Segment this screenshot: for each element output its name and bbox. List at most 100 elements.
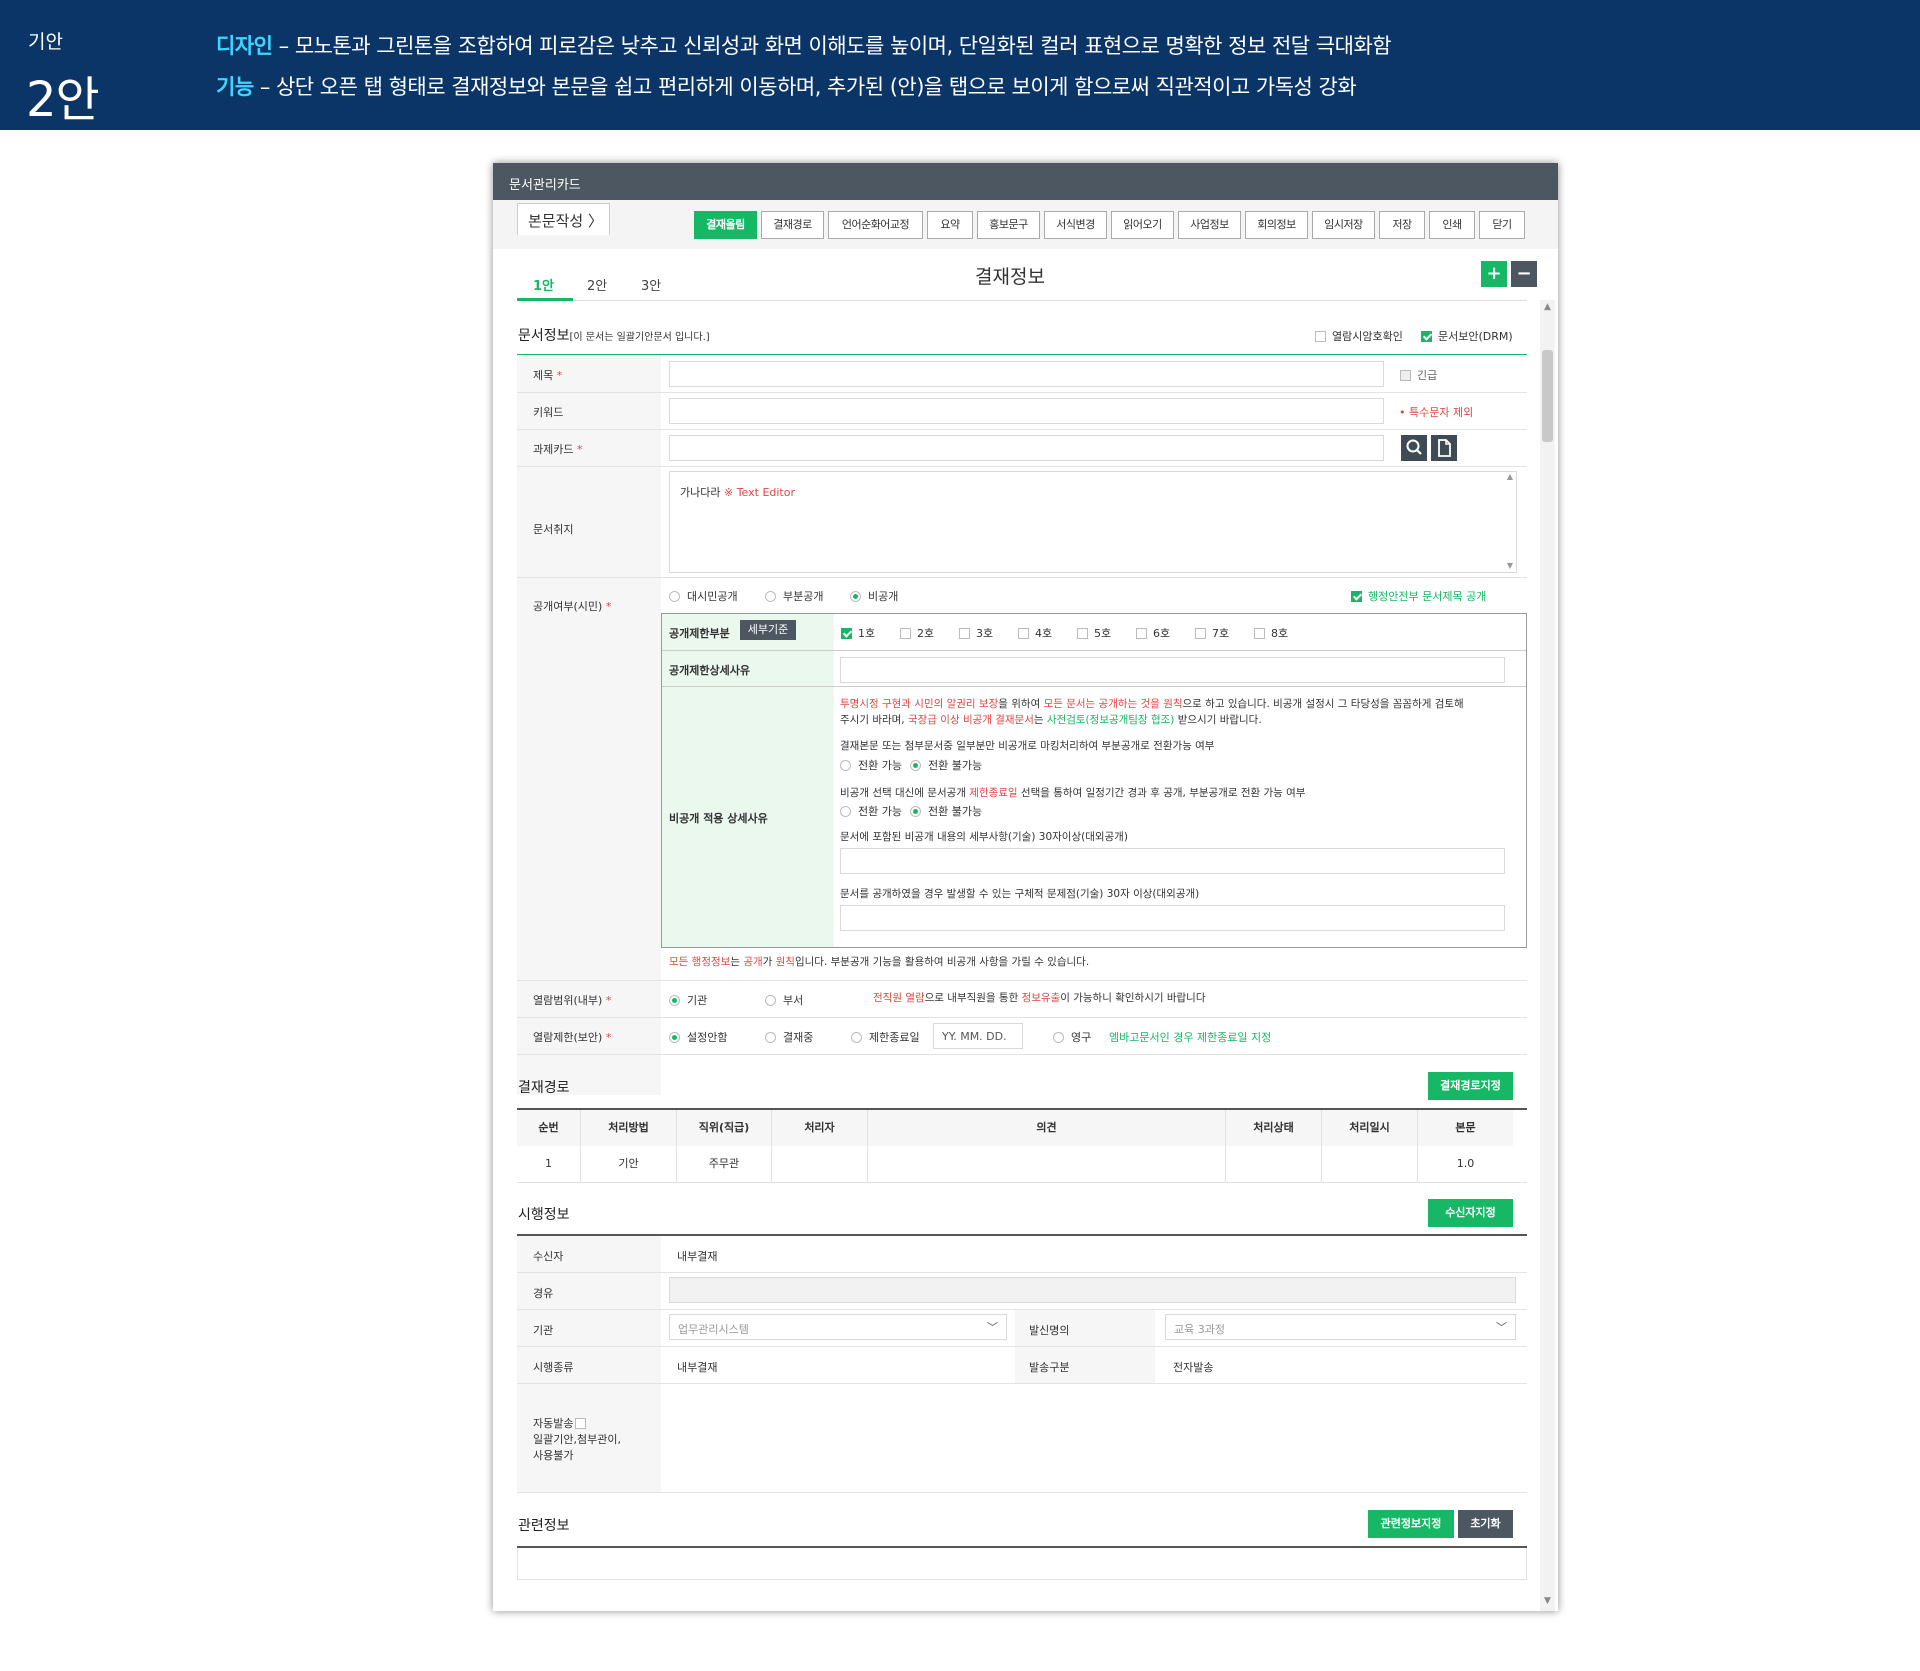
docinfo-heading: 문서정보[이 문서는 일괄기안문서 입니다.] [518, 325, 710, 345]
note-text: 입니다. 부분공개 기능을 활용하여 비공개 사항을 가릴 수 있습니다. [794, 956, 1090, 968]
no-8-checkbox[interactable]: 8호 [1254, 625, 1288, 641]
no-2-checkbox[interactable]: 2호 [900, 625, 934, 641]
related-list[interactable] [517, 1548, 1527, 1580]
limit-reason-input[interactable] [840, 657, 1505, 683]
private-detail-input[interactable] [840, 848, 1505, 874]
radio-forever-label: 영구 [1071, 1031, 1092, 1044]
via-input[interactable] [669, 1277, 1516, 1303]
checkbox-icon [1077, 628, 1088, 639]
radio-partial[interactable]: 부분공개 [765, 588, 823, 604]
add-button[interactable]: + [1481, 261, 1507, 287]
active-tab-indicator [517, 298, 573, 301]
checkbox-icon[interactable] [575, 1418, 587, 1429]
toolbar-meeting-button[interactable]: 회의정보 [1245, 211, 1308, 239]
tab-draft-2[interactable]: 2안 [587, 275, 607, 294]
editor-scroll-down-icon[interactable]: ▼ [1507, 561, 1513, 570]
radio-selected-icon [910, 760, 921, 771]
row-divider [517, 392, 1527, 393]
toolbar-print-button[interactable]: 인쇄 [1429, 211, 1475, 239]
sender-select-value: 교육 3과정 [1174, 1323, 1225, 1336]
radio-none[interactable]: 설정안함 [669, 1029, 727, 1045]
required-mark: * [605, 600, 612, 613]
no-4-checkbox[interactable]: 4호 [1018, 625, 1052, 641]
toolbar-close-button[interactable]: 닫기 [1479, 211, 1525, 239]
row-divider [517, 980, 1527, 981]
keyword-input[interactable] [669, 398, 1384, 424]
no-7-label: 7호 [1212, 627, 1230, 640]
restrict-label-text: 열람제한(보안) [533, 1031, 603, 1044]
related-assign-button[interactable]: 관련정보지정 [1368, 1510, 1454, 1538]
radio-public[interactable]: 대시민공개 [669, 588, 738, 604]
no-3-checkbox[interactable]: 3호 [959, 625, 993, 641]
receiver-assign-button[interactable]: 수신자지정 [1428, 1199, 1513, 1227]
purpose-editor[interactable]: 가나다라 ※ Text Editor ▲ ▼ [669, 471, 1517, 573]
toolbar-tempsave-button[interactable]: 임시저장 [1312, 211, 1375, 239]
toolbar-language-button[interactable]: 언어순화어교정 [828, 211, 923, 239]
detail-criteria-button[interactable]: 세부기준 [740, 620, 796, 640]
route-header-body: 본문 [1418, 1110, 1513, 1146]
tab-draft-1[interactable]: 1안 [533, 275, 554, 294]
vertical-scrollbar[interactable]: ▲ ▼ [1540, 300, 1555, 1611]
radio-dept[interactable]: 부서 [765, 992, 803, 1008]
urgent-checkbox[interactable]: 긴급 [1400, 367, 1437, 383]
q2-radio-yes[interactable]: 전환 가능 [840, 803, 902, 819]
scope-label: 열람범위(내부) * [533, 992, 611, 1008]
reset-button[interactable]: 초기화 [1458, 1510, 1513, 1538]
enddate-input[interactable]: YY. MM. DD. [933, 1023, 1023, 1049]
route-assign-button[interactable]: 결재경로지정 [1428, 1072, 1513, 1100]
problem-input[interactable] [840, 905, 1505, 931]
document-button[interactable] [1431, 435, 1457, 461]
q1-radio-yes[interactable]: 전환 가능 [840, 757, 902, 773]
toolbar-promo-button[interactable]: 홍보문구 [977, 211, 1040, 239]
scroll-thumb[interactable] [1542, 350, 1553, 442]
search-button[interactable] [1401, 435, 1427, 461]
toolbar-load-button[interactable]: 읽어오기 [1111, 211, 1174, 239]
org-select[interactable]: 업무관리시스템 ﹀ [669, 1314, 1007, 1340]
row-divider [517, 1272, 1527, 1273]
toolbar-business-button[interactable]: 사업정보 [1178, 211, 1241, 239]
remove-button[interactable]: − [1511, 261, 1537, 287]
checkbox-icon [1195, 628, 1206, 639]
radio-selected-icon [910, 806, 921, 817]
drm-checkbox[interactable]: 문서보안(DRM) [1421, 328, 1513, 344]
editor-scroll-up-icon[interactable]: ▲ [1507, 472, 1513, 481]
radio-org[interactable]: 기관 [669, 992, 707, 1008]
warning-text: 이 가능하니 확인하시기 바랍니다 [1060, 992, 1206, 1004]
toolbar-summary-button[interactable]: 요약 [927, 211, 973, 239]
radio-during[interactable]: 결재중 [765, 1029, 813, 1045]
no-6-checkbox[interactable]: 6호 [1136, 625, 1170, 641]
verify-checkbox[interactable]: 열람시암호확인 [1315, 328, 1403, 344]
row-divider [517, 1383, 1527, 1384]
docinfo-subtitle: [이 문서는 일괄기안문서 입니다.] [569, 332, 710, 343]
radio-forever[interactable]: 영구 [1053, 1029, 1091, 1045]
required-mark: * [576, 443, 583, 456]
sendtype-value: 전자발송 [1173, 1361, 1214, 1374]
toolbar-submit-button[interactable]: 결재올림 [694, 211, 757, 239]
toolbar-route-button[interactable]: 결재경로 [761, 211, 824, 239]
no-7-checkbox[interactable]: 7호 [1195, 625, 1229, 641]
page-title: 결재정보 [975, 266, 1045, 288]
toolbar-format-button[interactable]: 서식변경 [1044, 211, 1107, 239]
radio-private[interactable]: 비공개 [850, 588, 898, 604]
radio-icon [765, 591, 776, 602]
q2-radio-no[interactable]: 전환 불가능 [910, 803, 982, 819]
taskcard-input[interactable] [669, 435, 1384, 461]
scroll-down-icon[interactable]: ▼ [1540, 1596, 1555, 1606]
q1-radio-no[interactable]: 전환 불가능 [910, 757, 982, 773]
no-5-checkbox[interactable]: 5호 [1077, 625, 1111, 641]
body-write-tab[interactable]: 본문작성 〉 [517, 203, 610, 235]
top-toolbar: 본문작성 〉 결재올림 결재경로 언어순화어교정 요약 홍보문구 서식변경 읽어… [493, 200, 1558, 249]
sender-select[interactable]: 교육 3과정 ﹀ [1165, 1314, 1516, 1340]
title-input[interactable] [669, 361, 1384, 387]
row-divider [517, 466, 1527, 467]
no-1-checkbox[interactable]: 1호 [841, 625, 875, 641]
radio-enddate[interactable]: 제한종료일 [851, 1029, 920, 1045]
row-divider [517, 577, 1527, 578]
route-cell-datetime [1322, 1146, 1418, 1182]
toolbar-save-button[interactable]: 저장 [1379, 211, 1425, 239]
row-divider [517, 1492, 1527, 1493]
gov-title-checkbox[interactable]: 행정안전부 문서제목 공개 [1351, 588, 1486, 604]
tab-draft-3[interactable]: 3안 [641, 275, 661, 294]
scroll-up-icon[interactable]: ▲ [1540, 302, 1555, 312]
verify-label: 열람시암호확인 [1332, 330, 1403, 343]
